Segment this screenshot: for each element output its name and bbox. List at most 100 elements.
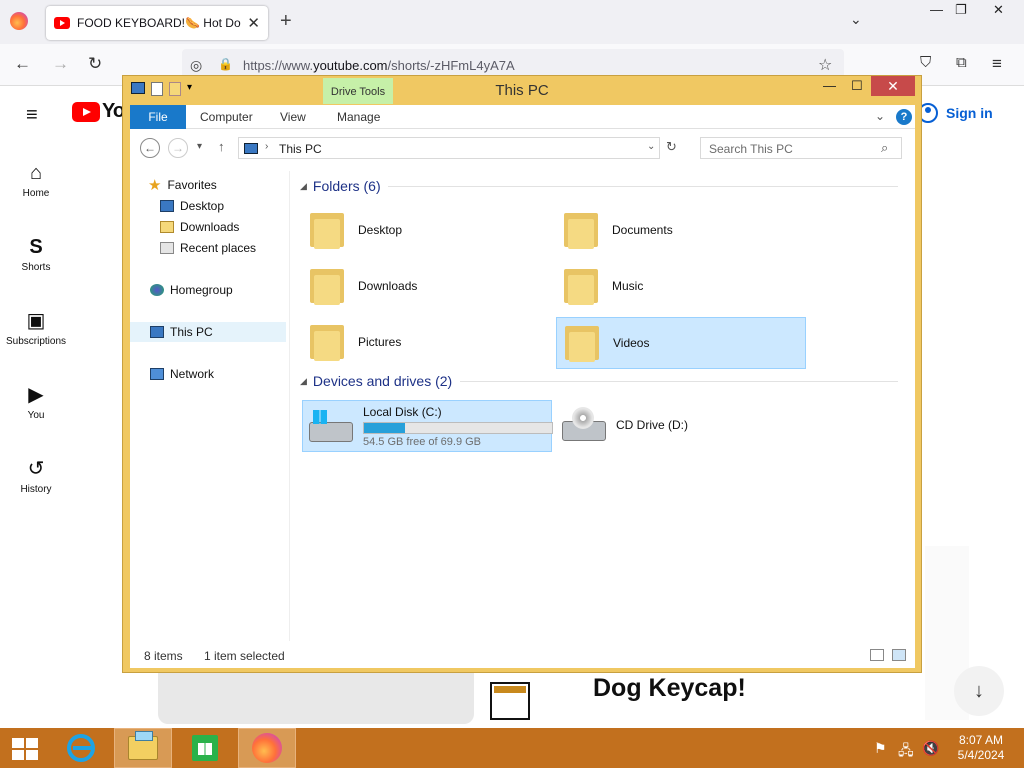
folder-tile[interactable]: Downloads <box>302 261 550 311</box>
drive-tile-c[interactable]: Local Disk (C:) 54.5 GB free of 69.9 GB <box>302 400 553 452</box>
lock-icon[interactable]: 🔒 <box>218 57 233 71</box>
browser-minimize-button[interactable]: — <box>930 2 943 17</box>
pictures-folder-icon <box>308 321 346 363</box>
browser-tab-active[interactable]: FOOD KEYBOARD!🌭 Hot Dog Keycap! ✕ <box>46 6 268 40</box>
nav-item-desktop[interactable]: Desktop <box>160 196 224 216</box>
youtube-logo-icon[interactable] <box>72 102 100 122</box>
explorer-close-button[interactable]: ✕ <box>871 76 915 96</box>
large-icons-view-icon[interactable] <box>892 649 906 661</box>
firefox-view-icon[interactable] <box>10 12 28 30</box>
folder-tile[interactable]: Documents <box>556 205 804 255</box>
action-center-flag-icon[interactable]: ⚑ <box>874 740 887 757</box>
nav-item-homegroup[interactable]: Homegroup <box>150 280 233 300</box>
sidebar-item-label: You <box>27 410 45 421</box>
explorer-forward-button[interactable]: → <box>168 138 188 158</box>
nav-item-downloads[interactable]: Downloads <box>160 217 239 237</box>
folder-tile[interactable]: Desktop <box>302 205 550 255</box>
folder-tile[interactable]: Pictures <box>302 317 550 367</box>
drive-info: Local Disk (C:) 54.5 GB free of 69.9 GB <box>363 405 553 448</box>
nav-item-this-pc[interactable]: This PC <box>130 322 286 342</box>
folders-group-header[interactable]: ◢ Folders (6) <box>300 175 381 197</box>
explorer-title-bar[interactable]: ▾ Drive Tools This PC — ☐ ✕ <box>123 76 921 104</box>
taskbar-firefox[interactable] <box>238 728 296 768</box>
sign-in-button[interactable]: Sign in <box>918 100 993 126</box>
taskbar-internet-explorer[interactable] <box>52 728 110 768</box>
sidebar-item-label: Shorts <box>21 262 51 273</box>
volume-muted-icon[interactable]: 🔇 <box>922 740 939 757</box>
browser-close-button[interactable]: ✕ <box>993 2 1004 18</box>
youtube-logo-text: Yo <box>102 100 125 122</box>
file-explorer-window: ▾ Drive Tools This PC — ☐ ✕ File Compute… <box>122 75 922 673</box>
browser-restore-button[interactable]: ❐ <box>955 2 967 18</box>
navigation-pane: ★ Favorites Desktop Downloads Recent pla… <box>130 171 290 641</box>
new-tab-button[interactable]: + <box>280 10 292 33</box>
drive-tile-d[interactable]: CD Drive (D:) <box>556 400 804 450</box>
address-dropdown-icon[interactable]: ⌄ <box>647 141 655 152</box>
folder-tile[interactable]: Music <box>556 261 804 311</box>
breadcrumb-separator-icon[interactable]: › <box>265 141 268 152</box>
sidebar-item-label: Home <box>22 188 50 199</box>
channel-avatar[interactable] <box>490 682 530 720</box>
search-icon[interactable]: ⌕ <box>881 140 888 156</box>
network-tray-icon[interactable]: 🖧 <box>898 740 914 764</box>
group-divider <box>388 186 898 187</box>
refresh-button[interactable]: ↻ <box>666 139 677 155</box>
explorer-maximize-button[interactable]: ☐ <box>851 78 863 94</box>
sidebar-item-shorts[interactable]: S Shorts <box>0 234 72 273</box>
explorer-minimize-button[interactable]: — <box>823 78 836 93</box>
list-all-tabs-button[interactable]: ⌄ <box>850 11 862 28</box>
url-text[interactable]: https://www.youtube.com/shorts/-zHFmL4yA… <box>243 58 515 73</box>
nav-item-network[interactable]: Network <box>150 364 214 384</box>
tab-close-button[interactable]: ✕ <box>247 14 260 32</box>
video-player[interactable] <box>158 672 474 724</box>
selection-count: 1 item selected <box>204 649 285 663</box>
taskbar-file-explorer[interactable] <box>114 728 172 768</box>
desktop-folder-icon <box>308 209 346 251</box>
reload-button[interactable]: ↻ <box>88 54 102 74</box>
next-video-button[interactable]: ↓ <box>954 666 1004 716</box>
app-menu-button[interactable]: ≡ <box>992 54 1002 74</box>
help-icon[interactable]: ? <box>896 109 912 125</box>
window-title: This PC <box>495 82 549 99</box>
forward-button[interactable]: → <box>52 54 69 74</box>
collapse-icon: ◢ <box>300 180 307 191</box>
pocket-icon[interactable]: ⛉ <box>920 54 931 71</box>
sidebar-item-history[interactable]: ↺ History <box>0 456 72 495</box>
start-button[interactable] <box>12 738 38 760</box>
nav-item-recent-places[interactable]: Recent places <box>160 238 256 258</box>
details-view-icon[interactable] <box>870 649 884 661</box>
folder-tile-selected[interactable]: Videos <box>556 317 806 369</box>
taskbar-store[interactable] <box>176 728 234 768</box>
address-bar[interactable]: › This PC ⌄ <box>238 137 660 159</box>
recent-locations-button[interactable]: ▾ <box>197 141 202 152</box>
sidebar-item-subscriptions[interactable]: ▣ Subscriptions <box>0 308 72 347</box>
expand-ribbon-icon[interactable]: ⌄ <box>875 109 885 123</box>
nav-item-favorites[interactable]: ★ Favorites <box>148 175 217 195</box>
tab-view[interactable]: View <box>280 105 306 129</box>
internet-explorer-icon <box>67 734 95 762</box>
item-count: 8 items <box>144 649 183 663</box>
system-clock[interactable]: 8:07 AM 5/4/2024 <box>954 733 1008 763</box>
collapse-icon: ◢ <box>300 375 307 386</box>
explorer-back-button[interactable]: ← <box>140 138 160 158</box>
this-pc-icon <box>244 143 258 154</box>
youtube-menu-icon[interactable]: ≡ <box>26 104 38 127</box>
up-button[interactable]: ↑ <box>218 139 225 154</box>
tab-file[interactable]: File <box>130 105 186 129</box>
tab-manage[interactable]: Manage <box>337 105 380 129</box>
back-button[interactable]: ← <box>14 54 31 74</box>
breadcrumb[interactable]: This PC <box>279 142 322 156</box>
you-icon: ▶ <box>28 384 44 406</box>
downloads-icon <box>160 221 174 233</box>
bookmark-star-icon[interactable]: ☆ <box>818 55 832 75</box>
search-input[interactable]: Search This PC ⌕ <box>700 137 902 159</box>
tracking-shield-icon[interactable]: ◎ <box>190 57 202 74</box>
sidebar-item-label: History <box>20 484 52 495</box>
sidebar-item-you[interactable]: ▶ You <box>0 382 72 421</box>
disk-usage-fill <box>364 422 406 433</box>
documents-folder-icon <box>562 209 600 251</box>
extensions-icon[interactable]: ⧉ <box>956 54 967 71</box>
sidebar-item-home[interactable]: ⌂ Home <box>0 160 72 199</box>
devices-group-header[interactable]: ◢ Devices and drives (2) <box>300 370 452 392</box>
tab-computer[interactable]: Computer <box>200 105 253 129</box>
